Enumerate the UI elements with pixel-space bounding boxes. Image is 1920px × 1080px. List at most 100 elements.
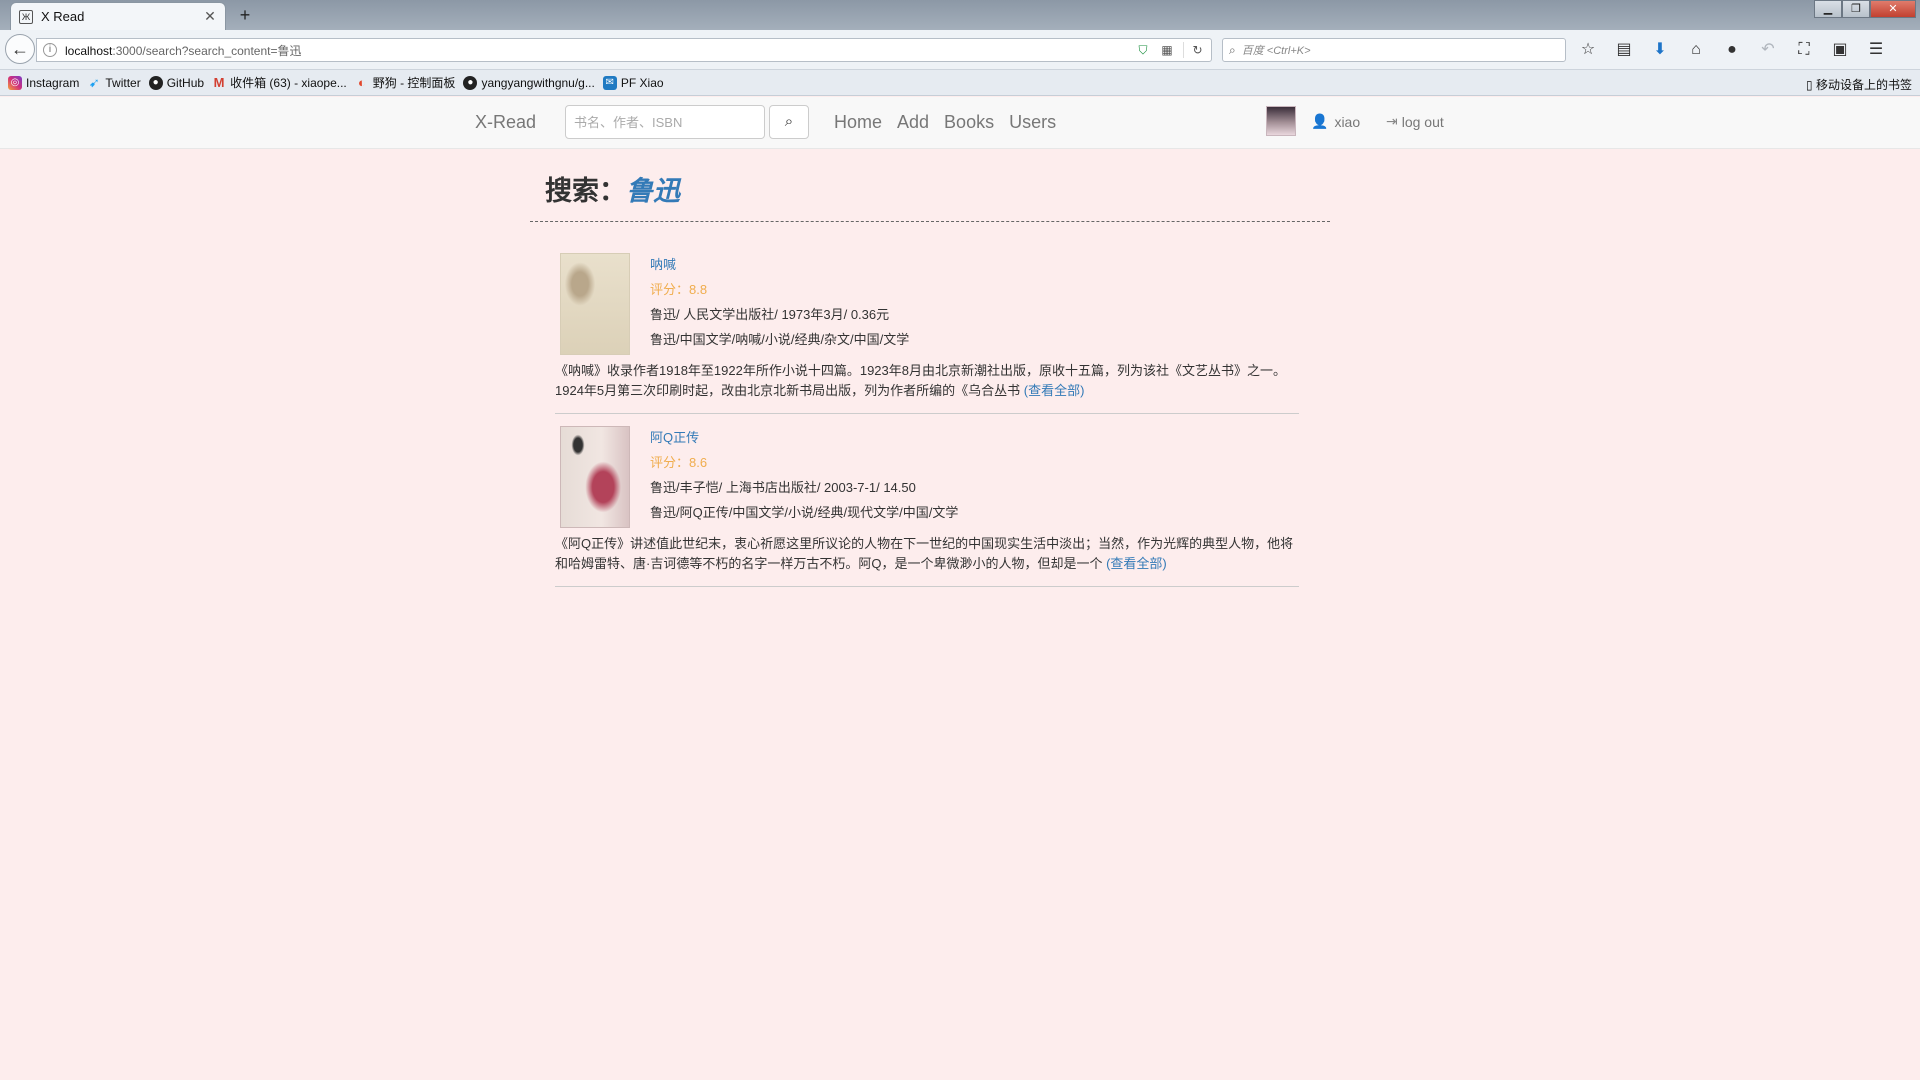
browser-search-bar[interactable]: ⌕ 百度 <Ctrl+K> <box>1222 38 1566 62</box>
book-publication: 鲁迅/ 人民文学出版社/ 1973年3月/ 0.36元 <box>650 307 890 322</box>
bookmarks-bar: ◎ Instagram ➹ Twitter ● GitHub M 收件箱 (63) - … <box>0 70 1920 96</box>
book-description: 《阿Q正传》讲述值此世纪末，衷心祈愿这里所议论的人物在下一世纪的中国现实生活中淡… <box>555 534 1299 574</box>
search-keyword: 鲁迅 <box>626 176 680 207</box>
bookmark-wilddog[interactable]: ◐ 野狗 - 控制面板 <box>355 74 456 91</box>
reading-list-icon[interactable]: ▤ <box>1610 38 1638 62</box>
mobile-bookmarks[interactable]: ▯ 移动设备上的书签 <box>1806 76 1912 93</box>
bookmark-gmail[interactable]: M 收件箱 (63) - xiaope... <box>212 74 347 91</box>
book-meta: 呐喊 评分：8.8 鲁迅/ 人民文学出版社/ 1973年3月/ 0.36元 鲁迅… <box>650 253 909 355</box>
search-icon: ⌕ <box>784 113 794 130</box>
book-cover[interactable] <box>560 253 630 355</box>
url-path: :3000/search?search_content=鲁迅 <box>112 43 302 58</box>
nav-links: Home Add Books Users <box>834 112 1071 133</box>
pf-icon: ✉ <box>602 75 617 90</box>
bookmark-label: yangyangwithgnu/g... <box>481 75 595 90</box>
bookmark-github[interactable]: ● GitHub <box>148 75 205 90</box>
minimize-button[interactable]: ▁ <box>1814 0 1842 18</box>
tab-x-read[interactable]: Ж X Read ✕ <box>10 2 226 30</box>
book-description-text: 《呐喊》收录作者1918年至1922年所作小说十四篇。1923年8月由北京新潮社… <box>555 363 1286 398</box>
logout-icon: ⇥ <box>1386 113 1398 129</box>
bookmark-github-2[interactable]: ● yangyangwithgnu/g... <box>463 75 595 90</box>
window-controls: ▁ ❐ ✕ <box>1814 0 1916 18</box>
browser-toolbar: ← i localhost:3000/search?search_content… <box>0 30 1920 70</box>
bookmark-pf-xiao[interactable]: ✉ PF Xiao <box>602 75 664 90</box>
avatar[interactable] <box>1266 106 1296 136</box>
chat-icon[interactable]: ● <box>1718 38 1746 62</box>
browser-search-placeholder: 百度 <Ctrl+K> <box>1241 45 1311 57</box>
close-tab-icon[interactable]: ✕ <box>203 8 217 25</box>
bookmark-label: PF Xiao <box>620 75 664 90</box>
bookmark-label: 野狗 - 控制面板 <box>372 76 456 90</box>
qr-code-icon[interactable]: ▦ <box>1159 42 1175 58</box>
tab-title: X Read <box>41 9 85 24</box>
page-title: 搜索：鲁迅 <box>545 171 1330 211</box>
book-cover[interactable] <box>560 426 630 528</box>
book-tags: 鲁迅/阿Q正传/中国文学/小说/经典/现代文学/中国/文学 <box>650 505 959 520</box>
tab-strip: Ж X Read ✕ + ▁ ❐ ✕ <box>0 0 1920 30</box>
book-result: 阿Q正传 评分：8.6 鲁迅/丰子恺/ 上海书店出版社/ 2003-7-1/ 1… <box>555 414 1299 587</box>
url-text[interactable]: localhost:3000/search?search_content=鲁迅 <box>65 42 1127 59</box>
toolbar-icons: ☆ ▤ ⬇ ⌂ ● ↶ ⛶ ▣ ☰ <box>1574 38 1898 62</box>
bookmark-twitter[interactable]: ➹ Twitter <box>87 74 141 90</box>
nav-home[interactable]: Home <box>834 112 882 133</box>
crop-icon[interactable]: ⛶ <box>1790 38 1818 62</box>
reload-icon[interactable]: ↻ <box>1183 42 1205 58</box>
twitter-icon: ➹ <box>88 74 100 90</box>
brand-link[interactable]: X-Read <box>475 112 536 133</box>
nav-users[interactable]: Users <box>1009 112 1056 133</box>
instagram-icon: ◎ <box>8 75 22 90</box>
address-bar[interactable]: i localhost:3000/search?search_content=鲁… <box>36 38 1212 62</box>
book-title-link[interactable]: 呐喊 <box>650 257 909 273</box>
book-publication: 鲁迅/丰子恺/ 上海书店出版社/ 2003-7-1/ 14.50 <box>650 480 916 495</box>
mobile-bookmarks-label: 移动设备上的书签 <box>1815 78 1912 92</box>
nav-books[interactable]: Books <box>944 112 994 133</box>
username: xiao <box>1334 113 1361 130</box>
book-description-text: 《阿Q正传》讲述值此世纪末，衷心祈愿这里所议论的人物在下一世纪的中国现实生活中淡… <box>555 536 1294 571</box>
browser-chrome: Ж X Read ✕ + ▁ ❐ ✕ ← i localhost:3000/se… <box>0 0 1920 96</box>
search-label: 搜索： <box>545 176 626 206</box>
nav-add[interactable]: Add <box>897 112 929 133</box>
undo-icon[interactable]: ↶ <box>1754 38 1782 62</box>
main-content: 搜索：鲁迅 呐喊 评分：8.8 鲁迅/ 人民文学出版社/ 1973年3月/ 0.… <box>530 149 1330 587</box>
bookmark-label: 收件箱 (63) - xiaope... <box>230 76 347 90</box>
book-tags: 鲁迅/中国文学/呐喊/小说/经典/杂文/中国/文学 <box>650 332 910 347</box>
view-all-link[interactable]: (查看全部) <box>1106 556 1167 571</box>
logout-link[interactable]: ⇥ log out <box>1386 113 1444 130</box>
site-favicon-icon: Ж <box>19 9 33 24</box>
screenshot-icon[interactable]: ▣ <box>1826 38 1854 62</box>
wilddog-icon: ◐ <box>357 74 366 90</box>
shield-icon[interactable]: ⛉ <box>1135 42 1151 58</box>
download-icon[interactable]: ⬇ <box>1646 38 1674 62</box>
maximize-button[interactable]: ❐ <box>1842 0 1870 18</box>
search-icon: ⌕ <box>1229 42 1236 57</box>
logout-label: log out <box>1401 113 1444 130</box>
github-icon: ● <box>148 75 163 90</box>
bookmark-star-icon[interactable]: ☆ <box>1574 38 1602 62</box>
search-button[interactable]: ⌕ <box>769 105 809 139</box>
bookmark-instagram[interactable]: ◎ Instagram <box>8 75 80 90</box>
book-description: 《呐喊》收录作者1918年至1922年所作小说十四篇。1923年8月由北京新潮社… <box>555 361 1299 401</box>
back-button[interactable]: ← <box>5 34 35 64</box>
book-rating: 评分：8.8 <box>650 282 708 297</box>
bookmark-label: GitHub <box>166 75 205 90</box>
book-meta: 阿Q正传 评分：8.6 鲁迅/丰子恺/ 上海书店出版社/ 2003-7-1/ 1… <box>650 426 958 528</box>
site-navbar: X-Read ⌕ Home Add Books Users 👤 xiao ⇥log… <box>0 97 1920 149</box>
book-rating: 评分：8.6 <box>650 455 708 470</box>
gmail-icon: M <box>213 74 225 90</box>
bookmark-label: Twitter <box>105 75 141 90</box>
search-input[interactable] <box>565 105 765 139</box>
home-icon[interactable]: ⌂ <box>1682 38 1710 62</box>
user-link[interactable]: 👤 xiao <box>1311 113 1360 130</box>
book-title-link[interactable]: 阿Q正传 <box>650 430 958 446</box>
user-icon: 👤 <box>1311 113 1329 129</box>
menu-icon[interactable]: ☰ <box>1862 38 1890 62</box>
bookmark-label: Instagram <box>26 75 80 90</box>
book-header: 阿Q正传 评分：8.6 鲁迅/丰子恺/ 上海书店出版社/ 2003-7-1/ 1… <box>555 426 1299 528</box>
close-window-button[interactable]: ✕ <box>1870 0 1916 18</box>
info-icon[interactable]: i <box>43 43 57 57</box>
url-host: localhost <box>65 43 113 58</box>
book-header: 呐喊 评分：8.8 鲁迅/ 人民文学出版社/ 1973年3月/ 0.36元 鲁迅… <box>555 253 1299 355</box>
view-all-link[interactable]: (查看全部) <box>1024 383 1085 398</box>
book-result: 呐喊 评分：8.8 鲁迅/ 人民文学出版社/ 1973年3月/ 0.36元 鲁迅… <box>555 222 1299 414</box>
new-tab-button[interactable]: + <box>234 4 256 26</box>
